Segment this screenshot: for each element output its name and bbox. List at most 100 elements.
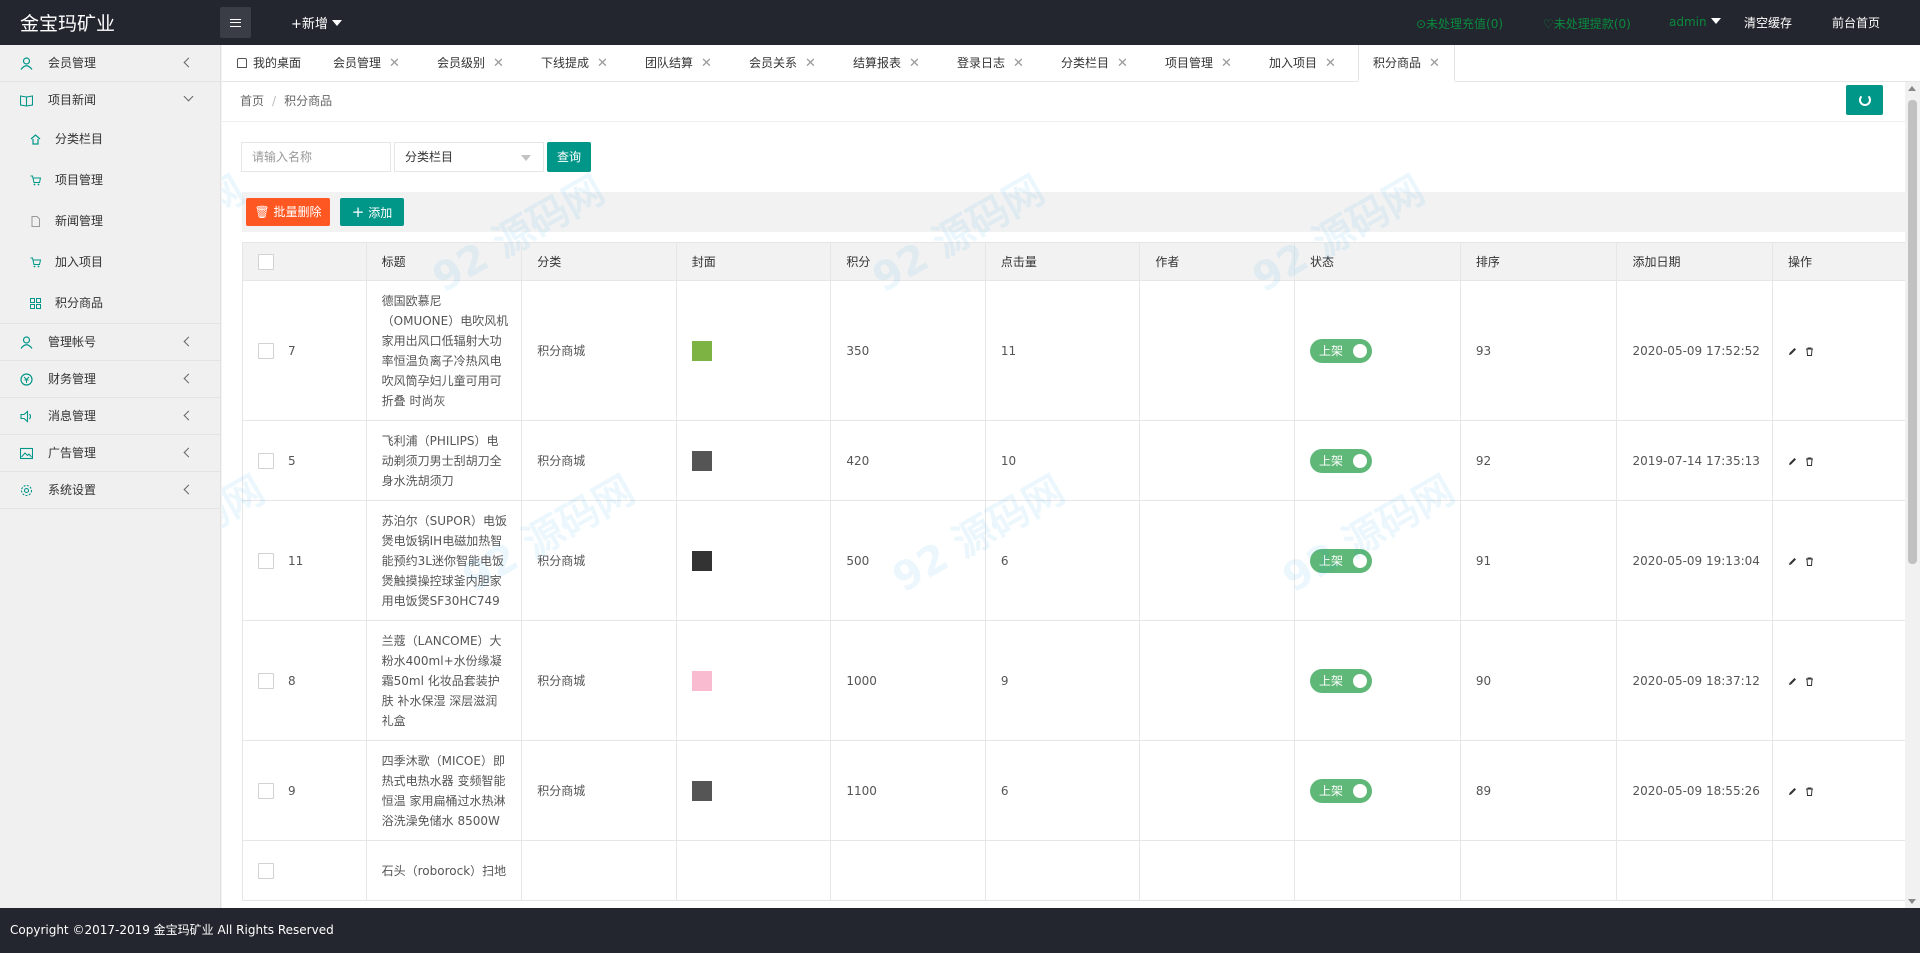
cover-thumbnail[interactable]: [691, 780, 712, 801]
tab-label: 我的桌面: [253, 56, 302, 70]
close-icon[interactable]: ✕: [1221, 56, 1232, 71]
status-toggle[interactable]: 上架: [1309, 338, 1372, 363]
vertical-scrollbar[interactable]: [1905, 82, 1920, 908]
close-icon[interactable]: ✕: [1117, 56, 1128, 71]
tab-my-desktop[interactable]: 我的桌面: [237, 45, 301, 82]
row-checkbox[interactable]: [258, 672, 274, 689]
sidebar-item-admin-accounts[interactable]: 管理帐号: [0, 324, 220, 361]
sidebar-subitem-join-project[interactable]: 加入项目: [0, 242, 220, 283]
status-toggle[interactable]: 上架: [1309, 548, 1372, 573]
tab-category[interactable]: 分类栏目 ✕: [1061, 45, 1128, 82]
author-cell: [1139, 280, 1295, 421]
admin-user-menu[interactable]: admin: [1669, 15, 1721, 29]
pending-withdraw-link[interactable]: ♡未处理提款(0): [1543, 15, 1631, 32]
edit-icon[interactable]: [1788, 347, 1797, 356]
tab-member-level[interactable]: 会员级别 ✕: [437, 45, 504, 82]
row-id: 9: [288, 783, 296, 798]
edit-icon[interactable]: [1788, 457, 1797, 466]
close-icon[interactable]: ✕: [1429, 56, 1440, 71]
cover-thumbnail[interactable]: [691, 550, 712, 571]
edit-icon[interactable]: [1788, 677, 1797, 686]
row-checkbox[interactable]: [258, 342, 274, 359]
add-label: 添加: [368, 206, 393, 220]
sidebar-item-system-settings[interactable]: 系统设置: [0, 472, 220, 509]
category-select[interactable]: 分类栏目: [394, 142, 544, 172]
close-icon[interactable]: ✕: [1013, 56, 1024, 71]
add-button[interactable]: + 添加: [340, 198, 404, 226]
edit-icon[interactable]: [1788, 557, 1797, 566]
main-content: 首页 / 积分商品 请输入名称 分类栏目 查询 🗑 批量删除 + 添加 标题 分类 …: [222, 82, 1920, 908]
tab-login-log[interactable]: 登录日志 ✕: [957, 45, 1024, 82]
sidebar-item-project-news[interactable]: 项目新闻: [0, 82, 220, 119]
cart-icon: [30, 257, 41, 268]
refresh-button[interactable]: [1846, 85, 1883, 115]
tab-join-project[interactable]: 加入项目 ✕: [1269, 45, 1336, 82]
row-checkbox[interactable]: [258, 862, 274, 879]
clear-cache-link[interactable]: 清空缓存: [1744, 14, 1792, 31]
menu-toggle-button[interactable]: [220, 7, 251, 38]
status-label: 上架: [1318, 453, 1343, 468]
cover-thumbnail[interactable]: [691, 340, 712, 361]
sidebar-item-ads[interactable]: 广告管理: [0, 435, 220, 472]
edit-icon[interactable]: [1788, 787, 1797, 796]
sidebar-item-finance[interactable]: 财务管理: [0, 361, 220, 398]
cover-cell: [675, 740, 832, 841]
sidebar-item-messages[interactable]: 消息管理: [0, 398, 220, 435]
delete-icon[interactable]: [1805, 787, 1814, 796]
date-cell: 2020-05-09 17:52:52: [1616, 280, 1774, 421]
scrollbar-thumb[interactable]: [1908, 100, 1917, 564]
close-icon[interactable]: ✕: [805, 56, 816, 71]
status-toggle[interactable]: 上架: [1309, 448, 1372, 473]
row-checkbox[interactable]: [258, 452, 274, 469]
close-icon[interactable]: ✕: [389, 56, 400, 71]
close-icon[interactable]: ✕: [1325, 56, 1336, 71]
close-icon[interactable]: ✕: [597, 56, 608, 71]
delete-icon[interactable]: [1805, 677, 1814, 686]
cover-thumbnail[interactable]: [691, 670, 712, 691]
sidebar-subitem-news-manage[interactable]: 新闻管理: [0, 201, 220, 242]
scroll-up-icon[interactable]: [1908, 86, 1916, 91]
delete-icon[interactable]: [1805, 347, 1814, 356]
title-cell: 石头（roborock）扫地: [365, 840, 523, 901]
row-checkbox[interactable]: [258, 552, 274, 569]
tab-label: 结算报表: [853, 56, 902, 70]
scroll-down-icon[interactable]: [1908, 899, 1916, 904]
tab-project-manage[interactable]: 项目管理 ✕: [1165, 45, 1232, 82]
batch-delete-label: 批量删除: [273, 205, 322, 219]
grid-icon: [30, 298, 41, 309]
tab-settlement-report[interactable]: 结算报表 ✕: [853, 45, 920, 82]
row-checkbox[interactable]: [258, 782, 274, 799]
tab-member-relation[interactable]: 会员关系 ✕: [749, 45, 816, 82]
sidebar-subitem-project-manage[interactable]: 项目管理: [0, 160, 220, 201]
close-icon[interactable]: ✕: [701, 56, 712, 71]
name-search-input[interactable]: 请输入名称: [241, 142, 391, 172]
sidebar-subitem-category[interactable]: 分类栏目: [0, 119, 220, 160]
sidebar-subitem-points-goods[interactable]: 积分商品: [0, 283, 220, 324]
title-cell: 德国欧慕尼（OMUONE）电吹风机家用出风口低辐射大功率恒温负离子冷热风电吹风筒…: [365, 280, 523, 421]
tab-points-goods[interactable]: 积分商品 ✕: [1358, 45, 1455, 82]
clicks-cell: 6: [984, 740, 1141, 841]
delete-icon[interactable]: [1805, 557, 1814, 566]
toggle-knob: [1352, 453, 1367, 468]
status-toggle[interactable]: 上架: [1309, 778, 1372, 803]
tab-team-settlement[interactable]: 团队结算 ✕: [645, 45, 712, 82]
status-toggle[interactable]: 上架: [1309, 668, 1372, 693]
add-new-menu[interactable]: +新增: [291, 13, 342, 32]
front-home-link[interactable]: 前台首页: [1832, 14, 1880, 31]
pending-recharge-link[interactable]: ⊙未处理充值(0): [1416, 15, 1503, 32]
tab-downline-commission[interactable]: 下线提成 ✕: [541, 45, 608, 82]
query-button[interactable]: 查询: [547, 142, 591, 172]
gear-icon: [20, 484, 33, 497]
batch-delete-button[interactable]: 🗑 批量删除: [246, 198, 330, 226]
date-cell: 2020-05-09 18:37:12: [1616, 620, 1774, 741]
select-all-checkbox[interactable]: [258, 253, 274, 270]
points-cell: [830, 840, 986, 901]
close-icon[interactable]: ✕: [493, 56, 504, 71]
finance-icon: [20, 373, 33, 386]
cover-thumbnail[interactable]: [691, 450, 712, 471]
delete-icon[interactable]: [1805, 457, 1814, 466]
breadcrumb-home[interactable]: 首页: [240, 94, 264, 108]
sidebar-item-member[interactable]: 会员管理: [0, 45, 220, 82]
tab-member-manage[interactable]: 会员管理 ✕: [333, 45, 400, 82]
close-icon[interactable]: ✕: [909, 56, 920, 71]
